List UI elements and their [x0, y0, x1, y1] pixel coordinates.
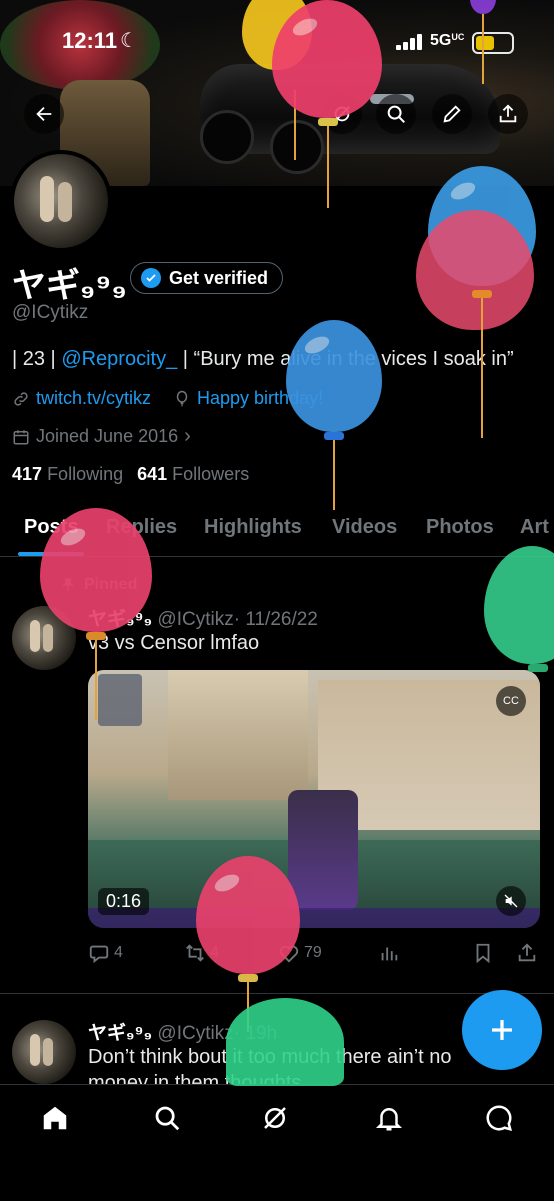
search-icon: [387, 105, 405, 123]
search-button[interactable]: [376, 94, 416, 134]
plus-icon: [492, 1020, 512, 1040]
followers-stat[interactable]: 641 Followers: [137, 464, 249, 485]
nav-search[interactable]: [150, 1101, 184, 1135]
share-post-button[interactable]: [516, 942, 538, 964]
pin-icon: [62, 578, 74, 591]
signal-icon: [396, 34, 426, 50]
cc-icon: CC: [503, 695, 519, 707]
post-avatar[interactable]: [12, 1020, 76, 1084]
search-icon: [155, 1106, 180, 1131]
battery-icon: [472, 32, 514, 54]
weapon-model: [288, 790, 358, 910]
repost-icon: [186, 944, 204, 962]
bookmark-button[interactable]: [472, 942, 494, 964]
tab-art[interactable]: Art: [520, 516, 549, 539]
nav-notifications[interactable]: [372, 1101, 406, 1135]
back-arrow-icon: [36, 106, 52, 122]
profile-meta: twitch.tv/cytikz Happy birthday!: [12, 388, 323, 409]
hud-bar: [88, 908, 540, 928]
website-link[interactable]: twitch.tv/cytikz: [36, 388, 151, 409]
post-author-handle[interactable]: @ICytikz: [157, 609, 233, 630]
follow-stats: 417 Following 641 Followers: [12, 464, 249, 485]
get-verified-label: Get verified: [169, 267, 269, 288]
tab-videos[interactable]: Videos: [332, 516, 397, 539]
profile-handle: @ICytikz: [12, 302, 89, 323]
post-video[interactable]: [88, 670, 540, 928]
bell-icon: [375, 1108, 403, 1131]
tab-replies[interactable]: Replies: [106, 516, 177, 539]
heart-icon: [279, 945, 299, 963]
mute-button[interactable]: [496, 886, 526, 916]
analytics-icon: [381, 947, 398, 961]
birthday-item[interactable]: Happy birthday!: [173, 388, 323, 409]
active-tab-indicator: [18, 552, 84, 556]
tab-posts[interactable]: Posts: [24, 516, 78, 539]
grok-icon: [334, 106, 350, 122]
tab-highlights[interactable]: Highlights: [204, 516, 302, 539]
post-date[interactable]: · 19h: [234, 1023, 277, 1044]
share-icon: [499, 104, 517, 123]
home-icon: [43, 1106, 67, 1130]
post-header: ヤギ₉⁹₉ @ICytikz· 19h: [88, 1018, 277, 1045]
following-stat[interactable]: 417 Following: [12, 464, 123, 485]
share-button[interactable]: [488, 94, 528, 134]
grok-button[interactable]: [322, 94, 362, 134]
pinned-indicator: Pinned: [60, 576, 137, 594]
views-button[interactable]: [378, 942, 400, 964]
reply-icon: [89, 945, 109, 964]
balloon-icon: [176, 390, 188, 406]
post-header: ヤギ₉⁹₉ @ICytikz· 11/26/22: [88, 604, 318, 631]
link-icon: [14, 391, 28, 406]
bookmark-icon: [476, 943, 490, 964]
reply-button[interactable]: 4: [88, 942, 123, 964]
muted-speaker-icon: [504, 894, 518, 908]
website-item[interactable]: twitch.tv/cytikz: [12, 388, 151, 409]
back-button[interactable]: [24, 94, 64, 134]
post-text: Don’t think bout it too much there ain’t…: [88, 1046, 452, 1068]
chevron-right-icon: ›: [184, 425, 191, 447]
profile-tabs: Posts Replies Highlights Videos Photos A…: [0, 500, 554, 557]
post-text-line2: money in them thoughts: [88, 1072, 302, 1084]
bio-mention-link[interactable]: @Reprocity_: [61, 348, 177, 370]
bottom-nav: [0, 1084, 554, 1201]
post-author-handle[interactable]: @ICytikz: [157, 1023, 233, 1044]
nav-messages[interactable]: [482, 1101, 516, 1135]
grok-icon: [264, 1107, 286, 1129]
video-duration: 0:16: [98, 888, 150, 915]
balloon-blue: [286, 320, 382, 432]
post-actions: 4 4 79: [88, 942, 540, 968]
captions-button[interactable]: CC: [496, 686, 526, 716]
post-avatar[interactable]: [12, 606, 76, 670]
verified-badge-icon: [141, 268, 161, 288]
minimap: [98, 674, 142, 726]
joined-date[interactable]: Joined June 2016 ›: [12, 425, 191, 448]
post-date[interactable]: · 11/26/22: [234, 609, 318, 630]
compose-post-button[interactable]: [462, 990, 542, 1070]
edit-button[interactable]: [432, 94, 472, 134]
status-time: 12:11: [62, 28, 118, 53]
repost-button[interactable]: 4: [184, 942, 219, 964]
share-icon: [518, 943, 536, 962]
calendar-icon: [13, 429, 29, 444]
tab-photos[interactable]: Photos: [426, 516, 494, 539]
post-author-name[interactable]: ヤギ₉⁹₉: [88, 609, 152, 630]
profile-avatar[interactable]: [10, 150, 112, 252]
nav-grok[interactable]: [258, 1101, 292, 1135]
post-divider: [0, 993, 554, 994]
post-text: v3 vs Censor lmfao: [88, 632, 260, 654]
profile-bio: | 23 | @Reprocity_ | “Bury me alive in t…: [12, 348, 514, 370]
network-label: 5GUC: [430, 32, 465, 49]
get-verified-button[interactable]: Get verified: [130, 262, 284, 294]
do-not-disturb-icon: ☾: [120, 30, 138, 52]
like-button[interactable]: 79: [278, 942, 322, 964]
messages-icon: [486, 1105, 513, 1132]
post-author-name[interactable]: ヤギ₉⁹₉: [88, 1023, 152, 1044]
birthday-link[interactable]: Happy birthday!: [197, 388, 323, 409]
edit-icon: [443, 105, 461, 123]
display-name: ヤギ₉⁹₉: [12, 267, 127, 305]
balloon-red: [416, 210, 534, 330]
balloon-green: [484, 546, 554, 664]
nav-home[interactable]: [38, 1101, 72, 1135]
